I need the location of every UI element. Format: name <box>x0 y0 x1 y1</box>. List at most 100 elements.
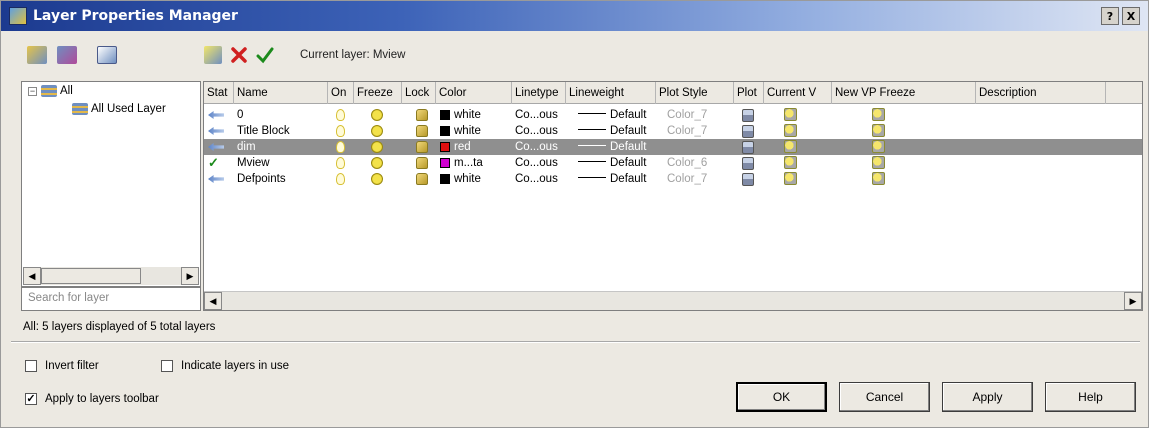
col-lock[interactable]: Lock <box>402 82 436 104</box>
status-cell[interactable] <box>204 139 234 155</box>
help-button[interactable]: Help <box>1045 382 1136 412</box>
apply-toolbar-checkbox[interactable]: ✓ <box>25 393 37 405</box>
on-toggle[interactable] <box>336 155 352 171</box>
layer-row[interactable]: dim red Co...ous Default <box>204 139 1142 155</box>
invert-filter-checkbox[interactable] <box>25 360 37 372</box>
plot-style-cell[interactable]: Color_7 <box>667 107 731 123</box>
layer-name[interactable]: Defpoints <box>237 171 327 187</box>
freeze-toggle[interactable] <box>371 139 387 155</box>
description-cell[interactable] <box>979 171 1099 187</box>
lineweight-cell[interactable]: Default <box>578 107 654 123</box>
plot-toggle[interactable] <box>742 155 758 171</box>
plot-toggle[interactable] <box>742 139 758 155</box>
status-cell[interactable] <box>204 171 234 187</box>
lineweight-cell[interactable]: Default <box>578 139 654 155</box>
new-vp-freeze-toggle[interactable] <box>872 171 890 187</box>
description-cell[interactable] <box>979 123 1099 139</box>
lineweight-cell[interactable]: Default <box>578 123 654 139</box>
layer-row[interactable]: Title Block white Co...ous Default Color_7 <box>204 123 1142 139</box>
color-cell[interactable]: white <box>440 123 512 139</box>
freeze-toggle[interactable] <box>371 171 387 187</box>
layer-states-manager-button[interactable] <box>93 43 121 67</box>
freeze-toggle[interactable] <box>371 155 387 171</box>
help-title-button[interactable]: ? <box>1101 7 1119 25</box>
layer-grid[interactable]: Stat Name On Freeze Lock Color Linetype … <box>203 81 1143 311</box>
current-vp-freeze-toggle[interactable] <box>784 107 802 123</box>
title-bar[interactable]: Layer Properties Manager ? X <box>1 1 1148 31</box>
col-linetype[interactable]: Linetype <box>512 82 566 104</box>
invert-filter-option[interactable]: Invert filter <box>25 360 99 372</box>
new-vp-freeze-toggle[interactable] <box>872 155 890 171</box>
current-vp-freeze-toggle[interactable] <box>784 139 802 155</box>
lock-toggle[interactable] <box>416 107 432 123</box>
status-cell[interactable]: ✓ <box>204 155 234 171</box>
close-title-button[interactable]: X <box>1122 7 1140 25</box>
current-vp-freeze-toggle[interactable] <box>784 123 802 139</box>
collapse-toggle-icon[interactable]: − <box>28 86 37 96</box>
col-freeze[interactable]: Freeze <box>354 82 402 104</box>
on-toggle[interactable] <box>336 123 352 139</box>
on-toggle[interactable] <box>336 171 352 187</box>
plot-style-cell[interactable]: Color_6 <box>667 155 731 171</box>
col-current-vp[interactable]: Current V <box>764 82 832 104</box>
col-status[interactable]: Stat <box>204 82 234 104</box>
linetype-cell[interactable]: Co...ous <box>515 107 565 123</box>
freeze-toggle[interactable] <box>371 107 387 123</box>
scroll-thumb[interactable] <box>41 268 141 284</box>
description-cell[interactable] <box>979 139 1099 155</box>
linetype-cell[interactable]: Co...ous <box>515 155 565 171</box>
status-cell[interactable] <box>204 107 234 123</box>
delete-layer-button[interactable] <box>227 43 251 67</box>
grid-horizontal-scrollbar[interactable]: ◀ ▶ <box>204 291 1142 310</box>
lineweight-cell[interactable]: Default <box>578 155 654 171</box>
lock-toggle[interactable] <box>416 155 432 171</box>
color-cell[interactable]: red <box>440 139 512 155</box>
lock-toggle[interactable] <box>416 139 432 155</box>
current-vp-freeze-toggle[interactable] <box>784 171 802 187</box>
freeze-toggle[interactable] <box>371 123 387 139</box>
lock-toggle[interactable] <box>416 171 432 187</box>
tree-node-all-used[interactable]: All Used Layer <box>72 103 166 115</box>
layer-name[interactable]: Title Block <box>237 123 327 139</box>
current-vp-freeze-toggle[interactable] <box>784 155 802 171</box>
color-cell[interactable]: m...ta <box>440 155 512 171</box>
color-cell[interactable]: white <box>440 171 512 187</box>
new-vp-freeze-toggle[interactable] <box>872 123 890 139</box>
tree-horizontal-scrollbar[interactable]: ◀ ▶ <box>23 267 199 285</box>
lineweight-cell[interactable]: Default <box>578 171 654 187</box>
layer-row[interactable]: Defpoints white Co...ous Default Color_7 <box>204 171 1142 187</box>
new-group-filter-button[interactable] <box>53 43 81 67</box>
indicate-layers-option[interactable]: Indicate layers in use <box>161 360 289 372</box>
layer-row[interactable]: 0 white Co...ous Default Color_7 <box>204 107 1142 123</box>
grid-scroll-left-icon[interactable]: ◀ <box>204 292 222 310</box>
apply-button[interactable]: Apply <box>942 382 1033 412</box>
ok-button[interactable]: OK <box>736 382 827 412</box>
col-color[interactable]: Color <box>436 82 512 104</box>
color-cell[interactable]: white <box>440 107 512 123</box>
linetype-cell[interactable]: Co...ous <box>515 171 565 187</box>
new-layer-button[interactable] <box>201 43 225 67</box>
layer-name[interactable]: 0 <box>237 107 327 123</box>
linetype-cell[interactable]: Co...ous <box>515 139 565 155</box>
plot-style-cell[interactable] <box>667 139 731 155</box>
cancel-button[interactable]: Cancel <box>839 382 930 412</box>
scroll-left-icon[interactable]: ◀ <box>23 267 41 285</box>
col-plot-style[interactable]: Plot Style <box>656 82 734 104</box>
new-property-filter-button[interactable] <box>23 43 51 67</box>
plot-toggle[interactable] <box>742 171 758 187</box>
plot-toggle[interactable] <box>742 123 758 139</box>
col-lineweight[interactable]: Lineweight <box>566 82 656 104</box>
lock-toggle[interactable] <box>416 123 432 139</box>
col-plot[interactable]: Plot <box>734 82 764 104</box>
tree-node-all[interactable]: − All <box>28 85 73 97</box>
description-cell[interactable] <box>979 107 1099 123</box>
new-vp-freeze-toggle[interactable] <box>872 107 890 123</box>
status-cell[interactable] <box>204 123 234 139</box>
scroll-right-icon[interactable]: ▶ <box>181 267 199 285</box>
plot-style-cell[interactable]: Color_7 <box>667 123 731 139</box>
layer-name[interactable]: dim <box>237 139 327 155</box>
col-name[interactable]: Name <box>234 82 328 104</box>
plot-style-cell[interactable]: Color_7 <box>667 171 731 187</box>
on-toggle[interactable] <box>336 139 352 155</box>
set-current-button[interactable] <box>253 43 277 67</box>
